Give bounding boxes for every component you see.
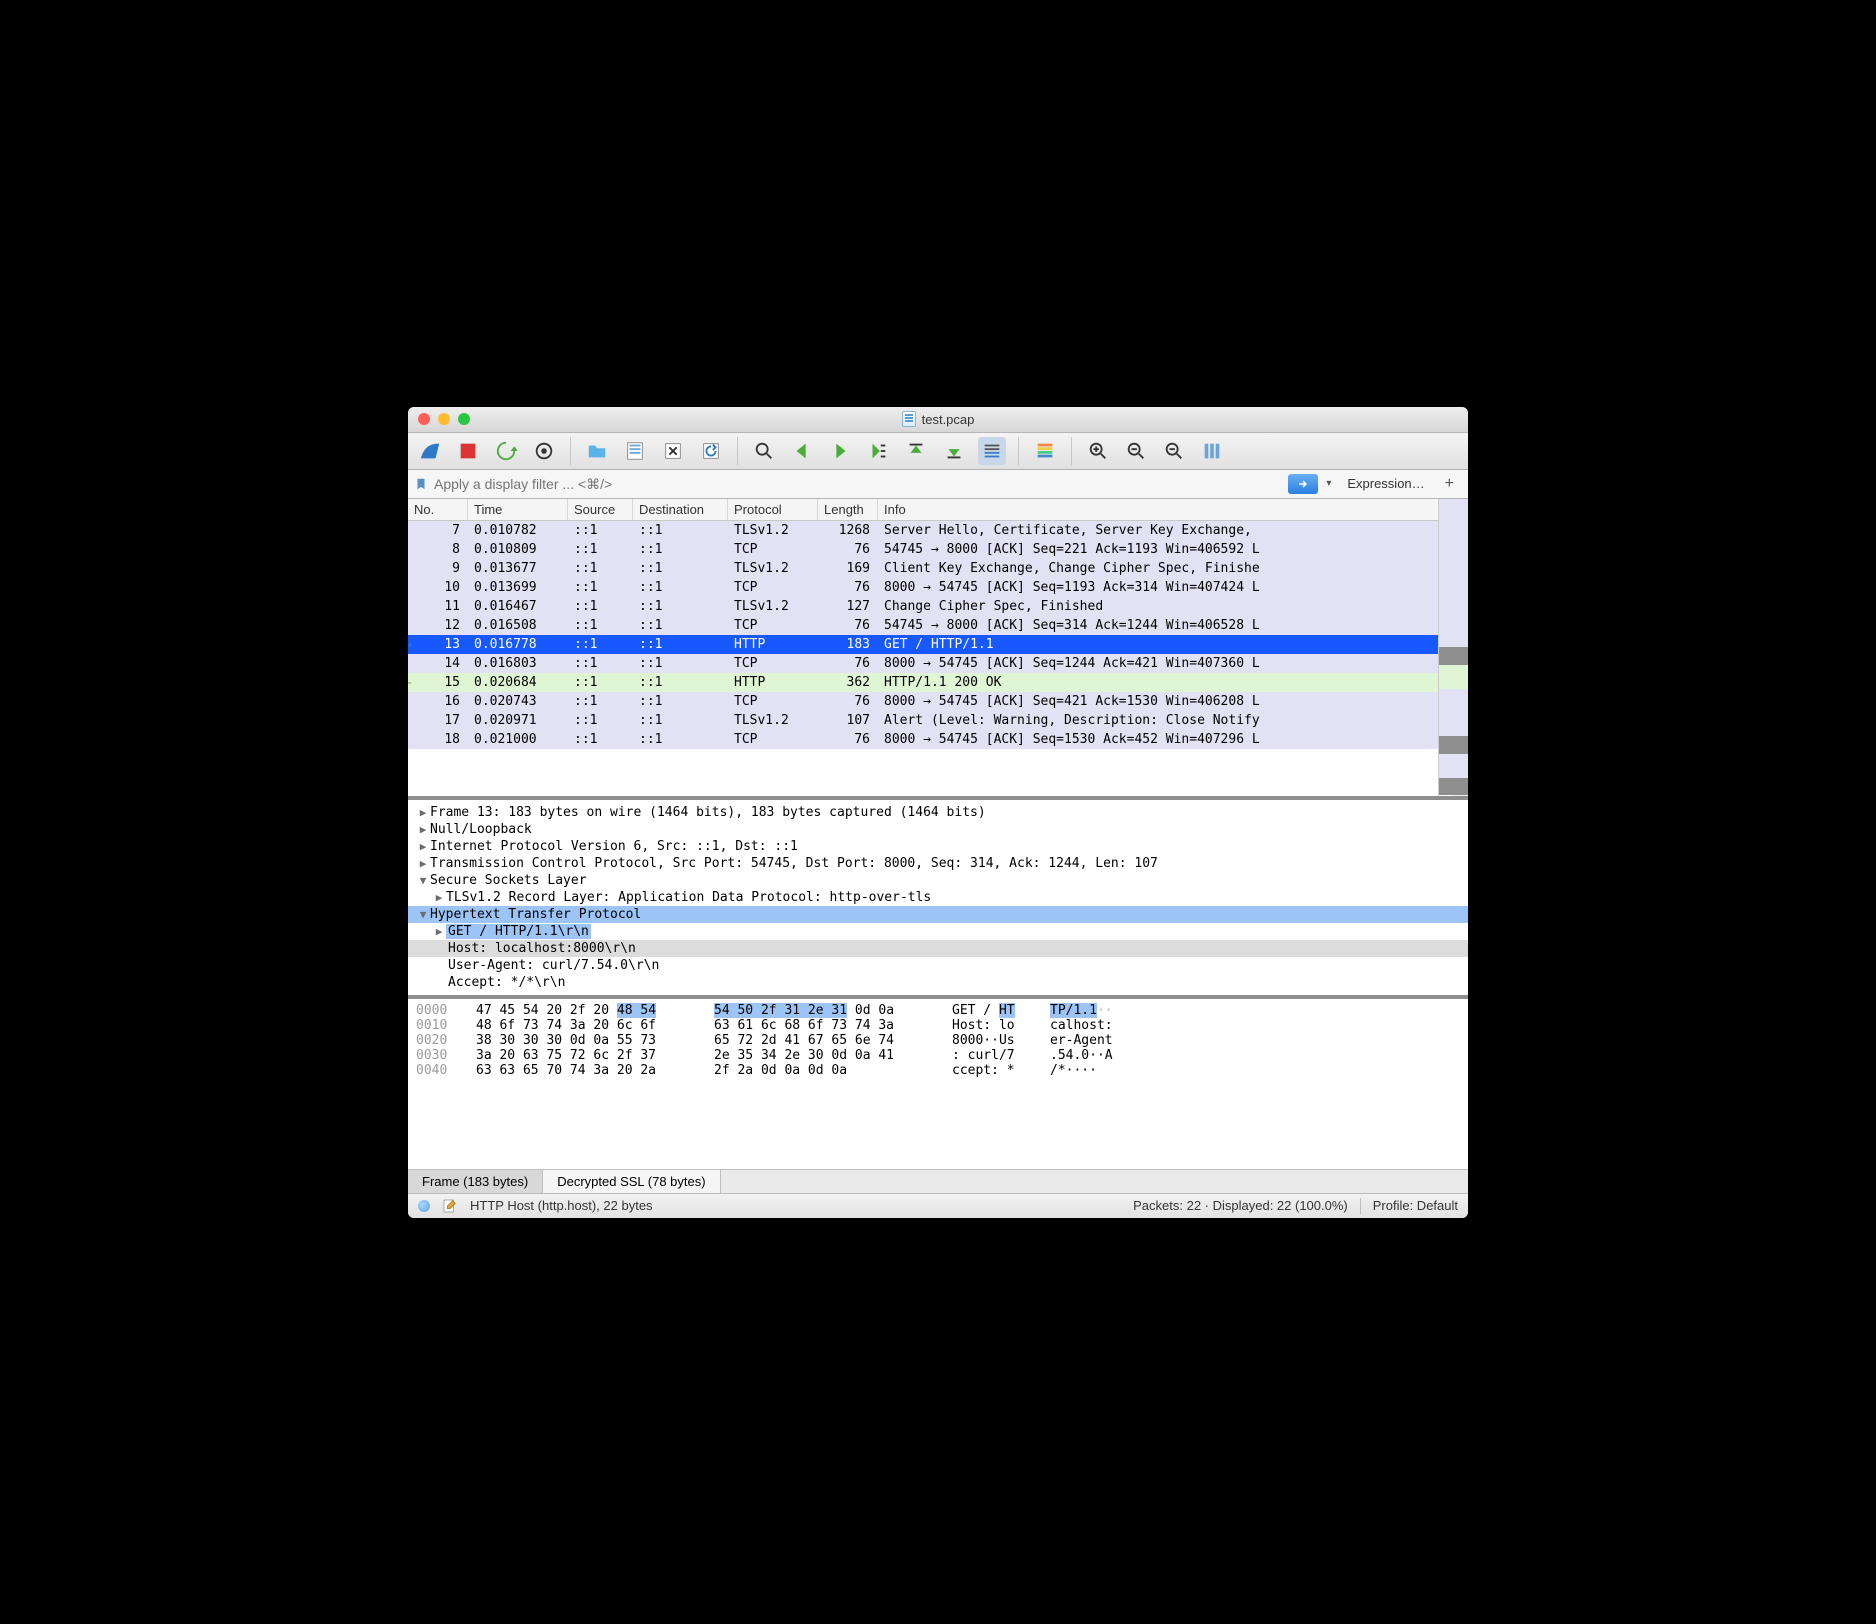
packet-list-body[interactable]: 70.010782::1::1TLSv1.21268Server Hello, … (408, 521, 1468, 796)
go-back-icon[interactable] (788, 437, 816, 465)
tree-http-get[interactable]: ▶GET / HTTP/1.1\r\n (408, 923, 1468, 940)
toolbar (408, 433, 1468, 470)
packet-row[interactable]: 170.020971::1::1TLSv1.2107Alert (Level: … (408, 711, 1468, 730)
packet-row[interactable]: 140.016803::1::1TCP768000 → 54745 [ACK] … (408, 654, 1468, 673)
col-length[interactable]: Length (818, 499, 878, 520)
packet-navmap[interactable] (1438, 499, 1468, 796)
titlebar: test.pcap (408, 407, 1468, 433)
colorize-icon[interactable] (1031, 437, 1059, 465)
tree-http[interactable]: ▼Hypertext Transfer Protocol (408, 906, 1468, 923)
hex-row: 00303a 20 63 75 72 6c 2f 372e 35 34 2e 3… (416, 1048, 1460, 1063)
tree-tls-record[interactable]: ▶TLSv1.2 Record Layer: Application Data … (408, 889, 1468, 906)
col-source[interactable]: Source (568, 499, 633, 520)
status-profile[interactable]: Profile: Default (1373, 1198, 1458, 1213)
tab-decrypted-ssl[interactable]: Decrypted SSL (78 bytes) (543, 1170, 720, 1193)
capture-options-icon[interactable] (530, 437, 558, 465)
expression-button[interactable]: Expression… (1339, 474, 1432, 493)
open-file-icon[interactable] (583, 437, 611, 465)
go-first-icon[interactable] (902, 437, 930, 465)
col-protocol[interactable]: Protocol (728, 499, 818, 520)
packet-row[interactable]: 90.013677::1::1TLSv1.2169Client Key Exch… (408, 559, 1468, 578)
zoom-out-icon[interactable] (1122, 437, 1150, 465)
window-title: test.pcap (902, 411, 975, 427)
zoom-in-icon[interactable] (1084, 437, 1112, 465)
expert-info-icon[interactable] (418, 1200, 430, 1212)
tree-http-ua[interactable]: User-Agent: curl/7.54.0\r\n (408, 957, 1468, 974)
tree-tcp[interactable]: ▶Transmission Control Protocol, Src Port… (408, 855, 1468, 872)
filter-dropdown-icon[interactable]: ▾ (1322, 478, 1335, 489)
status-packet-count: Packets: 22 · Displayed: 22 (100.0%) (1133, 1198, 1348, 1213)
related-packet-arrow-icon: ← (408, 676, 412, 689)
tree-ipv6[interactable]: ▶Internet Protocol Version 6, Src: ::1, … (408, 838, 1468, 855)
edit-icon[interactable] (442, 1198, 458, 1214)
wireshark-window: test.pcap ▾ Expression… + (408, 407, 1468, 1218)
shark-fin-icon[interactable] (416, 437, 444, 465)
col-info[interactable]: Info (878, 499, 1468, 520)
restart-capture-icon[interactable] (492, 437, 520, 465)
packet-row[interactable]: 110.016467::1::1TLSv1.2127Change Cipher … (408, 597, 1468, 616)
tree-http-accept[interactable]: Accept: */*\r\n (408, 974, 1468, 991)
packet-row[interactable]: 100.013699::1::1TCP768000 → 54745 [ACK] … (408, 578, 1468, 597)
tab-frame-bytes[interactable]: Frame (183 bytes) (408, 1170, 543, 1193)
tree-frame[interactable]: ▶Frame 13: 183 bytes on wire (1464 bits)… (408, 804, 1468, 821)
zoom-window-button[interactable] (458, 413, 470, 425)
packet-row[interactable]: 160.020743::1::1TCP768000 → 54745 [ACK] … (408, 692, 1468, 711)
col-time[interactable]: Time (468, 499, 568, 520)
packet-row[interactable]: 70.010782::1::1TLSv1.21268Server Hello, … (408, 521, 1468, 540)
resize-columns-icon[interactable] (1198, 437, 1226, 465)
packet-list-pane: No. Time Source Destination Protocol Len… (408, 499, 1468, 800)
go-to-packet-icon[interactable] (864, 437, 892, 465)
hex-row: 002038 30 30 30 0d 0a 55 7365 72 2d 41 6… (416, 1033, 1460, 1048)
packet-details-pane[interactable]: ▶Frame 13: 183 bytes on wire (1464 bits)… (408, 800, 1468, 999)
col-no[interactable]: No. (408, 499, 468, 520)
reload-file-icon[interactable] (697, 437, 725, 465)
hex-row: 0000 47 45 54 20 2f 20 48 54 54 50 2f 31… (416, 1003, 1460, 1018)
add-filter-button[interactable]: + (1437, 473, 1462, 495)
packet-bytes-pane[interactable]: 0000 47 45 54 20 2f 20 48 54 54 50 2f 31… (408, 999, 1468, 1169)
packet-row[interactable]: ←150.020684::1::1HTTP362HTTP/1.1 200 OK (408, 673, 1468, 692)
close-file-icon[interactable] (659, 437, 687, 465)
tree-http-host[interactable]: Host: localhost:8000\r\n (408, 940, 1468, 957)
bookmark-icon[interactable] (414, 476, 428, 492)
apply-filter-button[interactable] (1288, 474, 1318, 494)
title-text: test.pcap (922, 412, 975, 427)
statusbar: HTTP Host (http.host), 22 bytes Packets:… (408, 1193, 1468, 1218)
col-destination[interactable]: Destination (633, 499, 728, 520)
packet-list-header[interactable]: No. Time Source Destination Protocol Len… (408, 499, 1468, 521)
packet-row[interactable]: 80.010809::1::1TCP7654745 → 8000 [ACK] S… (408, 540, 1468, 559)
related-packet-arrow-icon: → (408, 638, 412, 651)
packet-row[interactable]: 120.016508::1::1TCP7654745 → 8000 [ACK] … (408, 616, 1468, 635)
zoom-reset-icon[interactable] (1160, 437, 1188, 465)
packet-row[interactable]: 180.021000::1::1TCP768000 → 54745 [ACK] … (408, 730, 1468, 749)
go-last-icon[interactable] (940, 437, 968, 465)
minimize-window-button[interactable] (438, 413, 450, 425)
auto-scroll-icon[interactable] (978, 437, 1006, 465)
document-icon (902, 411, 916, 427)
status-field-info: HTTP Host (http.host), 22 bytes (470, 1198, 653, 1213)
stop-capture-icon[interactable] (454, 437, 482, 465)
tree-ssl[interactable]: ▼Secure Sockets Layer (408, 872, 1468, 889)
display-filter-input[interactable] (432, 473, 1284, 495)
close-window-button[interactable] (418, 413, 430, 425)
traffic-lights (418, 413, 470, 425)
tree-null-loopback[interactable]: ▶Null/Loopback (408, 821, 1468, 838)
packet-row[interactable]: →130.016778::1::1HTTP183GET / HTTP/1.1 (408, 635, 1468, 654)
filterbar: ▾ Expression… + (408, 470, 1468, 499)
go-forward-icon[interactable] (826, 437, 854, 465)
bytes-tabs: Frame (183 bytes) Decrypted SSL (78 byte… (408, 1169, 1468, 1193)
save-file-icon[interactable] (621, 437, 649, 465)
hex-row: 001048 6f 73 74 3a 20 6c 6f63 61 6c 68 6… (416, 1018, 1460, 1033)
hex-row: 004063 63 65 70 74 3a 20 2a2f 2a 0d 0a 0… (416, 1063, 1460, 1078)
find-packet-icon[interactable] (750, 437, 778, 465)
